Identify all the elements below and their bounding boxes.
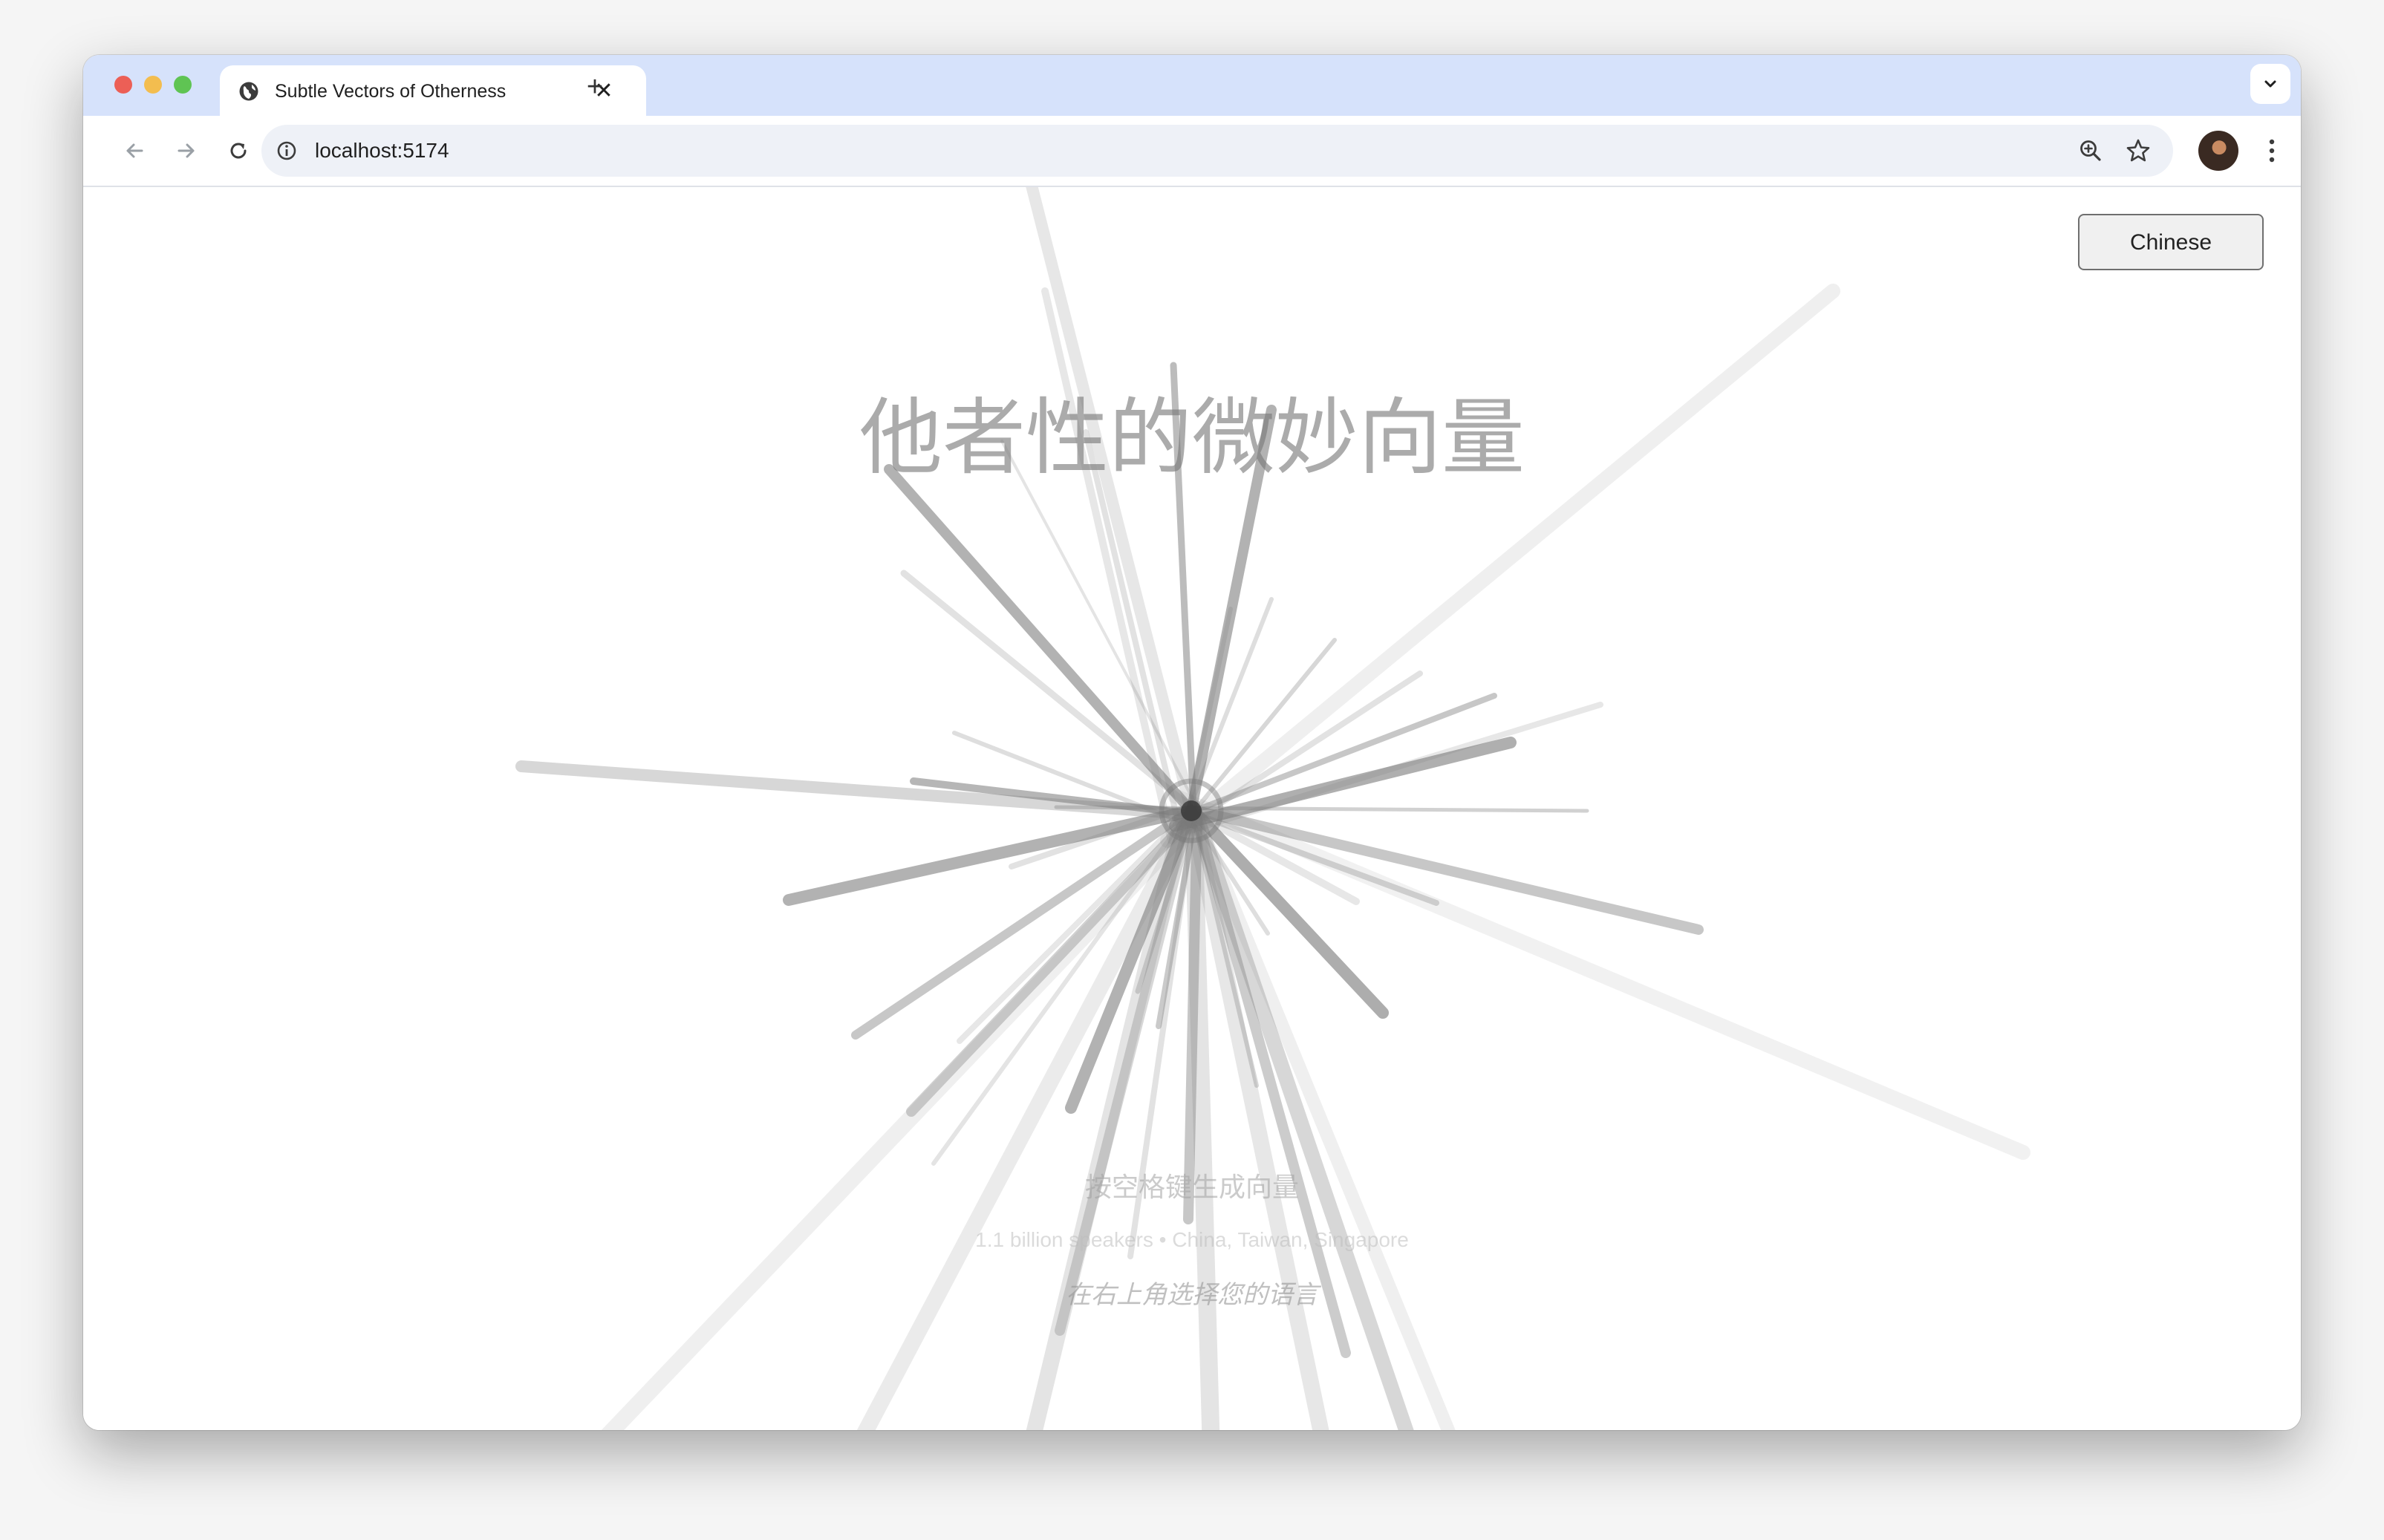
reload-icon — [230, 143, 247, 159]
forward-arrow-icon — [178, 143, 195, 158]
globe-icon — [239, 82, 258, 101]
zoom-window-button[interactable] — [174, 76, 192, 94]
vector-line — [601, 818, 1198, 1430]
star-icon[interactable] — [2124, 137, 2152, 165]
instruction-text: 按空格键生成向量 — [1084, 1172, 1299, 1202]
tab-search-button[interactable] — [2250, 64, 2290, 104]
info-icon[interactable] — [275, 139, 299, 163]
minimize-window-button[interactable] — [144, 76, 162, 94]
browser-toolbar: localhost:5174 — [83, 116, 2301, 187]
vector-line — [1167, 789, 2030, 1160]
new-tab-button[interactable]: + — [576, 68, 613, 105]
chevron-down-icon — [2264, 80, 2276, 88]
back-arrow-icon — [126, 143, 143, 158]
kebab-menu-icon — [2269, 139, 2275, 163]
url-text[interactable]: localhost:5174 — [315, 137, 449, 165]
language-hint: 在右上角选择您的语言 — [1066, 1281, 1318, 1309]
vector-origin-dot — [1181, 800, 1202, 821]
back-button[interactable] — [116, 132, 153, 169]
language-select-button[interactable]: Chinese — [2078, 214, 2264, 270]
zoom-icon[interactable] — [2077, 137, 2105, 165]
close-window-button[interactable] — [114, 76, 132, 94]
page-title: 他者性的微妙向量 — [859, 390, 1525, 486]
vector-line — [1041, 287, 1175, 844]
tab-title: Subtle Vectors of Otherness — [275, 81, 507, 102]
browser-menu-button[interactable] — [2253, 131, 2290, 171]
vector-line — [1160, 284, 1840, 848]
profile-avatar[interactable] — [2198, 131, 2238, 171]
forward-button[interactable] — [168, 132, 205, 169]
page-viewport: 他者性的微妙向量 按空格键生成向量 1.1 billion speakers •… — [83, 187, 2301, 1430]
reload-button[interactable] — [220, 132, 257, 169]
browser-window: Subtle Vectors of Otherness ✕ + localhos… — [83, 55, 2301, 1430]
tab-strip: Subtle Vectors of Otherness ✕ + — [83, 55, 2301, 116]
speakers-text: 1.1 billion speakers • China, Taiwan, Si… — [975, 1228, 1409, 1251]
address-bar[interactable]: localhost:5174 — [261, 125, 2173, 177]
